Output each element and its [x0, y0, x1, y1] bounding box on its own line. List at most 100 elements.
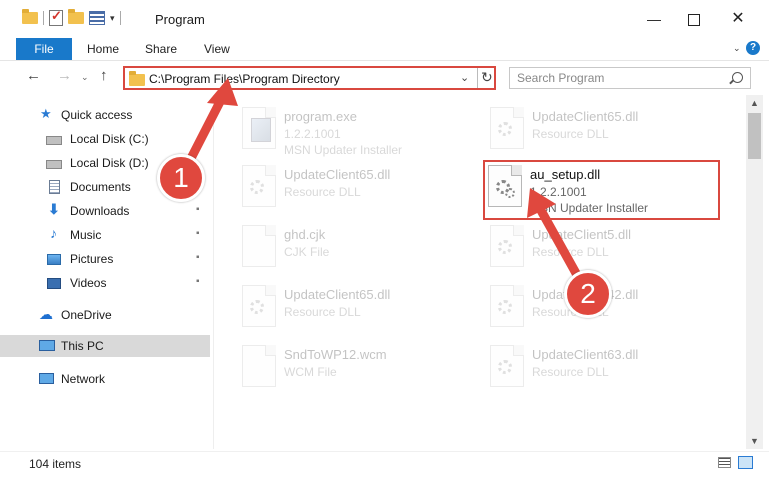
title-bar: ▾ Program — ✕ — [0, 0, 769, 38]
sidebar-item-network[interactable]: Network — [0, 368, 210, 390]
refresh-icon[interactable]: ↻ — [481, 69, 493, 86]
file-tile[interactable]: UpdateClient63.dll Resource DLL — [486, 341, 696, 397]
program-icon — [251, 118, 271, 142]
back-button[interactable]: ← — [26, 67, 41, 84]
downloads-icon: ⬇ — [48, 201, 60, 217]
navigation-pane: ★ Quick access Local Disk (C:) Local Dis… — [0, 95, 214, 449]
tab-file[interactable]: File — [16, 38, 72, 60]
file-description: CJK File — [284, 245, 330, 259]
file-name: UpdateClient65.dll — [284, 167, 391, 182]
item-count: 104 items — [29, 457, 82, 471]
dll-icon — [490, 107, 524, 149]
sidebar-item-label: Quick access — [61, 108, 133, 122]
sidebar-item-label: Local Disk (C:) — [70, 132, 149, 146]
file-description: Resource DLL — [532, 365, 609, 379]
file-name: ghd.cjk — [284, 227, 326, 242]
file-description: Resource DLL — [532, 127, 609, 141]
close-button[interactable]: ✕ — [720, 6, 756, 32]
new-folder-icon[interactable] — [68, 9, 84, 24]
this-pc-icon — [39, 340, 55, 351]
minimize-button[interactable]: — — [636, 6, 672, 32]
videos-icon — [47, 278, 61, 289]
file-tile[interactable]: UpdateClient65.dll Resource DLL — [238, 281, 448, 337]
dll-icon — [490, 225, 524, 267]
step-2-badge: 2 — [564, 270, 612, 318]
scroll-up-icon[interactable]: ▲ — [750, 98, 759, 108]
sidebar-item-onedrive[interactable]: ☁ OneDrive — [0, 304, 210, 326]
sidebar-item-downloads[interactable]: ⬇ Downloads ▪ — [0, 200, 210, 222]
scroll-down-icon[interactable]: ▼ — [750, 436, 759, 446]
scroll-thumb[interactable] — [748, 113, 761, 159]
file-tile[interactable]: UpdateClient65.dll Resource DLL — [238, 161, 448, 217]
sidebar-item-label: Pictures — [70, 252, 114, 266]
sidebar-item-videos[interactable]: Videos ▪ — [0, 272, 210, 294]
sidebar-item-pictures[interactable]: Pictures ▪ — [0, 248, 210, 270]
file-tile[interactable]: SndToWP12.wcm WCM File — [238, 341, 448, 397]
pictures-icon — [47, 254, 61, 265]
pin-icon[interactable]: ▪ — [196, 204, 200, 215]
file-name: UpdateClient65.dll — [284, 287, 391, 302]
file-name: UpdateClient5.dll — [532, 227, 632, 242]
large-icons-view-icon[interactable] — [738, 456, 753, 469]
sidebar-item-label: Downloads — [70, 204, 130, 218]
network-icon — [39, 373, 54, 384]
gear-icon — [498, 122, 512, 136]
music-icon: ♪ — [50, 225, 57, 241]
sidebar-item-label: Local Disk (D:) — [70, 156, 149, 170]
gear-icon — [250, 300, 264, 314]
toolbar-divider — [43, 11, 44, 25]
details-view-icon[interactable] — [718, 457, 731, 468]
file-tile[interactable]: ghd.cjk CJK File — [238, 221, 448, 277]
customize-toolbar-chevron-icon[interactable]: ▾ — [110, 13, 115, 24]
search-placeholder: Search Program — [517, 71, 605, 85]
dll-icon — [490, 285, 524, 327]
toolbar-divider — [119, 11, 121, 25]
gear-icon — [498, 360, 512, 374]
ribbon-tabs: File Home Share View ⌄ ? — [0, 38, 769, 61]
tab-home[interactable]: Home — [87, 42, 119, 56]
vertical-scrollbar[interactable]: ▲ ▼ — [746, 95, 763, 449]
search-input[interactable]: Search Program — [509, 67, 751, 89]
sidebar-item-local-disk-c[interactable]: Local Disk (C:) — [0, 128, 210, 150]
maximize-button[interactable] — [676, 6, 712, 32]
au-setup-highlight — [483, 160, 720, 220]
forward-button[interactable]: → — [57, 67, 72, 84]
properties-check-icon[interactable] — [49, 8, 63, 26]
sidebar-item-this-pc[interactable]: This PC — [0, 335, 210, 357]
maximize-icon — [688, 14, 700, 27]
view-options-icon[interactable] — [89, 11, 105, 25]
sidebar-item-label: This PC — [61, 339, 104, 353]
address-path[interactable]: C:\Program Files\Program Directory — [149, 72, 340, 86]
pin-icon[interactable]: ▪ — [196, 228, 200, 239]
sidebar-item-music[interactable]: ♪ Music ▪ — [0, 224, 210, 246]
address-history-chevron-icon[interactable]: ⌄ — [460, 71, 469, 84]
file-tile[interactable]: UpdateClient5.dll Resource DLL — [486, 221, 696, 277]
folder-icon[interactable] — [22, 9, 38, 24]
navigation-bar: ← → ⌄ ↑ C:\Program Files\Program Directo… — [0, 61, 769, 93]
recent-locations-chevron-icon[interactable]: ⌄ — [81, 72, 89, 83]
sidebar-item-quick-access[interactable]: ★ Quick access — [0, 104, 210, 126]
dll-icon — [242, 285, 276, 327]
tab-view[interactable]: View — [204, 42, 230, 56]
sidebar-item-label: Videos — [70, 276, 107, 290]
pin-icon[interactable]: ▪ — [196, 252, 200, 263]
step-1-badge: 1 — [157, 154, 205, 202]
window-title: Program — [155, 12, 205, 27]
sidebar-item-label: Music — [70, 228, 102, 242]
file-description: Resource DLL — [284, 185, 361, 199]
file-version: 1.2.2.1001 — [284, 127, 341, 141]
file-description: WCM File — [284, 365, 337, 379]
file-tile[interactable]: program.exe 1.2.2.1001 MSN Updater Insta… — [238, 103, 448, 159]
file-description: Resource DLL — [532, 245, 609, 259]
address-bar[interactable]: C:\Program Files\Program Directory ⌄ ↻ — [123, 66, 496, 90]
expand-ribbon-chevron-icon[interactable]: ⌄ — [733, 43, 741, 54]
help-icon[interactable]: ? — [746, 41, 760, 55]
tab-share[interactable]: Share — [145, 42, 177, 56]
search-icon[interactable] — [732, 72, 743, 83]
sidebar-item-label: Documents — [70, 180, 131, 194]
file-tile[interactable]: UpdateClient65.dll Resource DLL — [486, 103, 696, 159]
star-icon: ★ — [40, 106, 52, 121]
pin-icon[interactable]: ▪ — [196, 276, 200, 287]
disk-icon — [46, 136, 62, 145]
up-button[interactable]: ↑ — [100, 67, 108, 84]
